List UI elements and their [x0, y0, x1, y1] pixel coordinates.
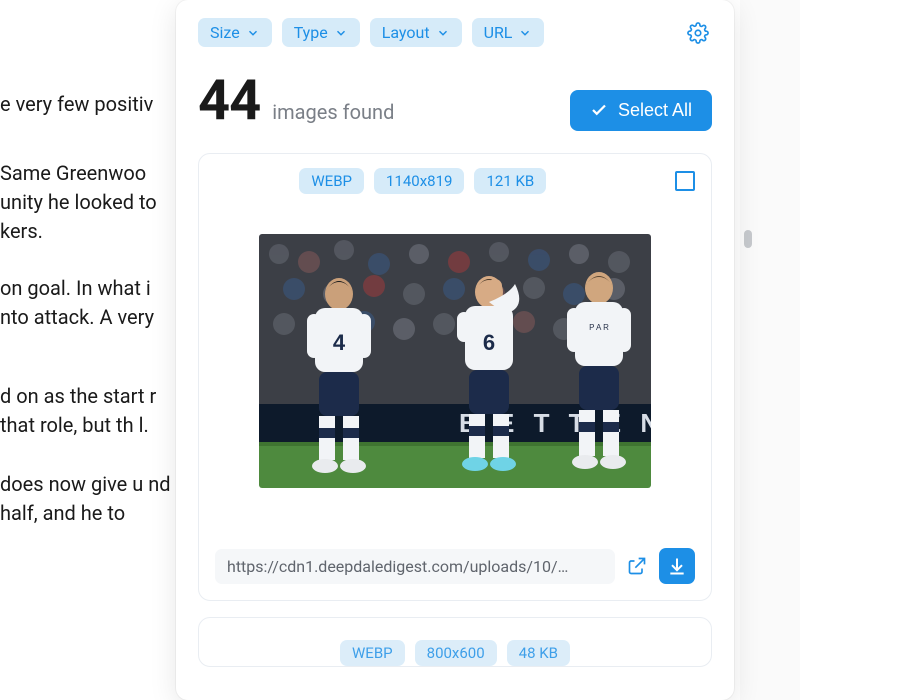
card-header: WEBP 1140x819 121 KB — [215, 168, 695, 194]
article-line: Same Greenwoo unity he looked to kers. — [0, 159, 184, 246]
page-gutter — [740, 0, 900, 700]
filter-label: Layout — [382, 23, 430, 42]
external-link-icon — [627, 556, 647, 576]
filter-layout[interactable]: Layout — [370, 18, 462, 47]
gear-icon — [687, 22, 709, 44]
article-line: on goal. In what i nto attack. A very — [0, 274, 184, 332]
results-header: 44 images found Select All — [198, 67, 712, 133]
chevron-down-icon — [246, 26, 260, 40]
check-icon — [590, 101, 608, 119]
open-link-button[interactable] — [623, 556, 651, 576]
badge-format: WEBP — [340, 640, 405, 666]
chevron-down-icon — [436, 26, 450, 40]
chevron-down-icon — [518, 26, 532, 40]
badge-format: WEBP — [299, 168, 364, 194]
article-line: d on as the start r that role, but th l. — [0, 382, 184, 440]
image-url[interactable]: https://cdn1.deepdaledigest.com/uploads/… — [215, 549, 615, 584]
image-downloader-panel: Size Type Layout URL — [176, 0, 734, 700]
filter-url[interactable]: URL — [472, 18, 545, 47]
select-all-label: Select All — [618, 100, 692, 121]
settings-button[interactable] — [684, 19, 712, 47]
svg-text:4: 4 — [333, 330, 346, 355]
chevron-down-icon — [334, 26, 348, 40]
image-card: WEBP 800x600 48 KB — [198, 617, 712, 667]
svg-text:6: 6 — [483, 330, 495, 355]
badge-dimensions: 1140x819 — [374, 168, 464, 194]
filter-label: URL — [484, 23, 513, 42]
card-badges: WEBP 1140x819 121 KB — [299, 168, 546, 194]
article-line: does now give u nd half, and he to — [0, 470, 184, 528]
background-article: e very few positiv Same Greenwoo unity h… — [0, 0, 184, 700]
image-thumbnail[interactable]: B E T T E N 4 — [259, 234, 651, 488]
svg-text:P A R: P A R — [589, 323, 609, 332]
download-icon — [667, 556, 687, 576]
card-badges: WEBP 800x600 48 KB — [215, 632, 695, 666]
filter-size[interactable]: Size — [198, 18, 272, 47]
filter-label: Size — [210, 23, 240, 42]
scrollbar-thumb[interactable] — [744, 230, 752, 248]
download-button[interactable] — [659, 548, 695, 584]
filter-type[interactable]: Type — [282, 18, 360, 47]
filter-label: Type — [294, 23, 328, 42]
badge-filesize: 121 KB — [474, 168, 546, 194]
select-all-button[interactable]: Select All — [570, 90, 712, 131]
filter-row: Size Type Layout URL — [198, 18, 712, 47]
result-count: 44 — [198, 67, 260, 133]
image-card: WEBP 1140x819 121 KB — [198, 153, 712, 601]
badge-dimensions: 800x600 — [415, 640, 497, 666]
select-image-checkbox[interactable] — [675, 171, 695, 191]
card-footer: https://cdn1.deepdaledigest.com/uploads/… — [215, 548, 695, 584]
result-count-label: images found — [272, 100, 394, 124]
badge-filesize: 48 KB — [507, 640, 570, 666]
article-line: e very few positiv — [0, 90, 184, 119]
panel-scroll[interactable]: Size Type Layout URL — [176, 0, 734, 700]
